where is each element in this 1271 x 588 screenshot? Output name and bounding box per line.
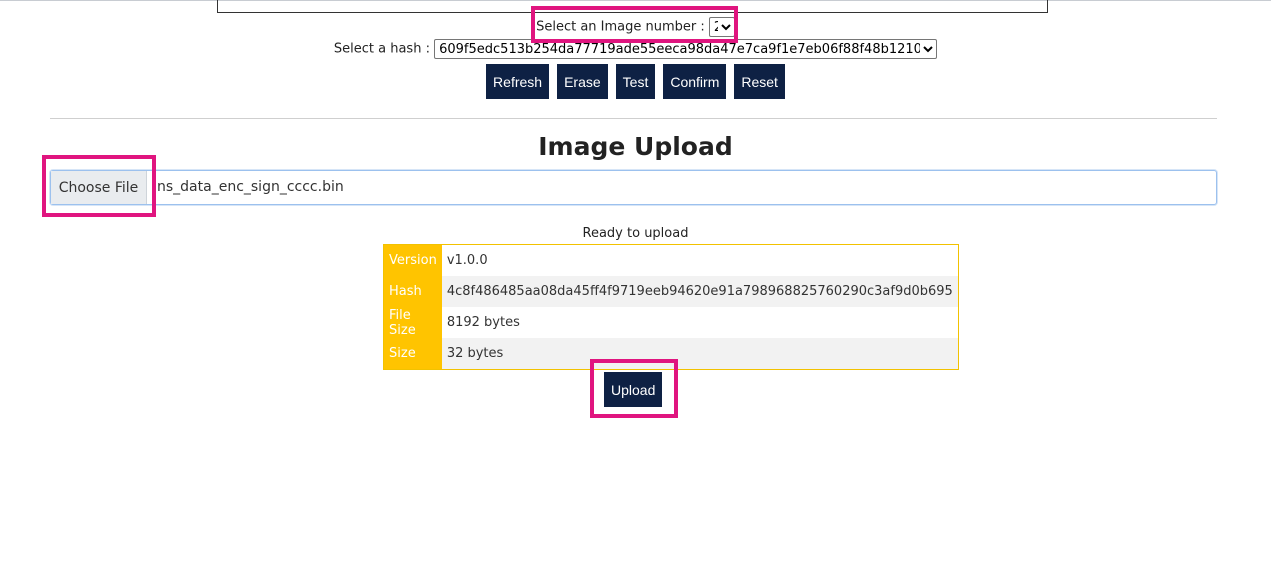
info-key: File Size <box>383 307 442 338</box>
table-row: Size 32 bytes <box>383 338 959 370</box>
info-value: 8192 bytes <box>446 315 520 330</box>
section-divider <box>50 118 1217 119</box>
erase-button[interactable]: Erase <box>557 64 608 99</box>
image-number-select[interactable]: 2 <box>708 17 735 37</box>
test-button[interactable]: Test <box>615 64 656 99</box>
hash-select[interactable]: 609f5edc513b254da77719ade55eeca98da47e7c… <box>434 39 938 59</box>
choose-file-button[interactable]: Choose File <box>51 171 147 204</box>
info-key: Version <box>383 244 442 276</box>
refresh-button[interactable]: Refresh <box>486 64 550 99</box>
table-row: Version v1.0.0 <box>383 244 959 276</box>
image-number-label: Select an Image number : <box>536 19 705 35</box>
image-number-row: Select an Image number : 2 <box>0 17 1271 37</box>
confirm-button[interactable]: Confirm <box>663 64 727 99</box>
info-key: Hash <box>383 276 442 307</box>
file-input[interactable]: Choose File ns_data_enc_sign_cccc.bin <box>50 170 1217 205</box>
table-row: File Size 8192 bytes <box>383 307 959 338</box>
hash-row: Select a hash : 609f5edc513b254da77719ad… <box>0 39 1271 59</box>
info-value: 4c8f486485aa08da45ff4f9719eeb94620e91a79… <box>441 276 959 307</box>
info-key: Size <box>383 338 442 370</box>
table-row: Hash 4c8f486485aa08da45ff4f9719eeb94620e… <box>383 276 959 307</box>
hash-label: Select a hash : <box>333 41 430 57</box>
info-value: 32 bytes <box>441 338 959 370</box>
info-value: v1.0.0 <box>446 253 488 268</box>
upload-status: Ready to upload <box>582 226 689 241</box>
page-title: Image Upload <box>538 132 733 161</box>
reset-button[interactable]: Reset <box>734 64 785 99</box>
image-info-table: Version v1.0.0 Hash 4c8f486485aa08da45ff… <box>383 244 959 370</box>
toolbar: Refresh Erase Test Confirm Reset <box>0 64 1271 99</box>
upload-button[interactable]: Upload <box>604 372 663 407</box>
file-name-text: ns_data_enc_sign_cccc.bin <box>157 179 344 195</box>
top-panel <box>217 0 1048 13</box>
